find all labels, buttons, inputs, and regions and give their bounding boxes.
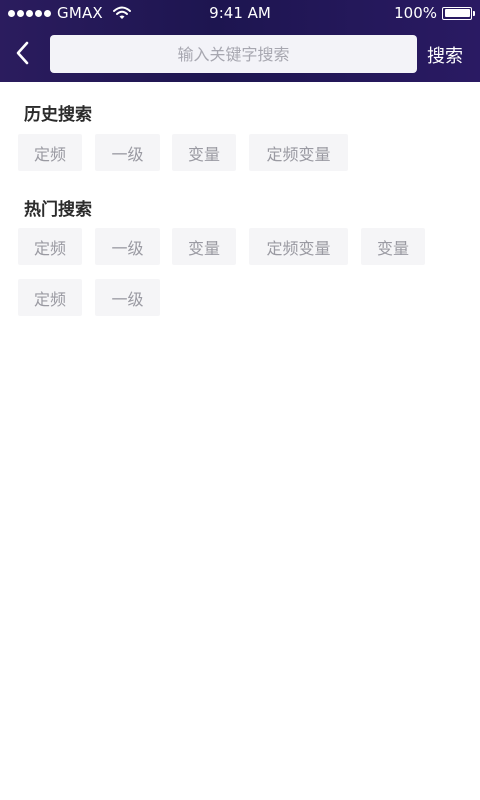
hot-tag[interactable]: 定频: [18, 279, 82, 316]
search-box[interactable]: [50, 35, 417, 73]
history-tag[interactable]: 定频: [18, 134, 82, 171]
hot-tag[interactable]: 变量: [172, 228, 236, 265]
battery-percent: 100%: [394, 4, 437, 22]
hot-tag[interactable]: 定频: [18, 228, 82, 265]
hot-section-title: 热门搜索: [24, 200, 92, 220]
chevron-left-icon: [16, 41, 29, 65]
history-tag[interactable]: 变量: [172, 134, 236, 171]
search-input[interactable]: [50, 35, 417, 73]
hot-tag[interactable]: 变量: [361, 228, 425, 265]
history-section-title: 历史搜索: [24, 105, 92, 125]
hot-tag[interactable]: 定频变量: [249, 228, 348, 265]
search-button[interactable]: 搜索: [427, 42, 463, 68]
history-tag[interactable]: 定频变量: [249, 134, 348, 171]
history-tag[interactable]: 一级: [95, 134, 160, 171]
back-button[interactable]: [8, 36, 36, 70]
status-right: 100%: [394, 4, 475, 22]
status-bar: GMAX 9:41 AM 100%: [0, 0, 480, 26]
hot-tag[interactable]: 一级: [95, 279, 160, 316]
battery-icon: [442, 6, 475, 20]
hot-tag[interactable]: 一级: [95, 228, 160, 265]
header-bar: GMAX 9:41 AM 100% 搜索: [0, 0, 480, 82]
